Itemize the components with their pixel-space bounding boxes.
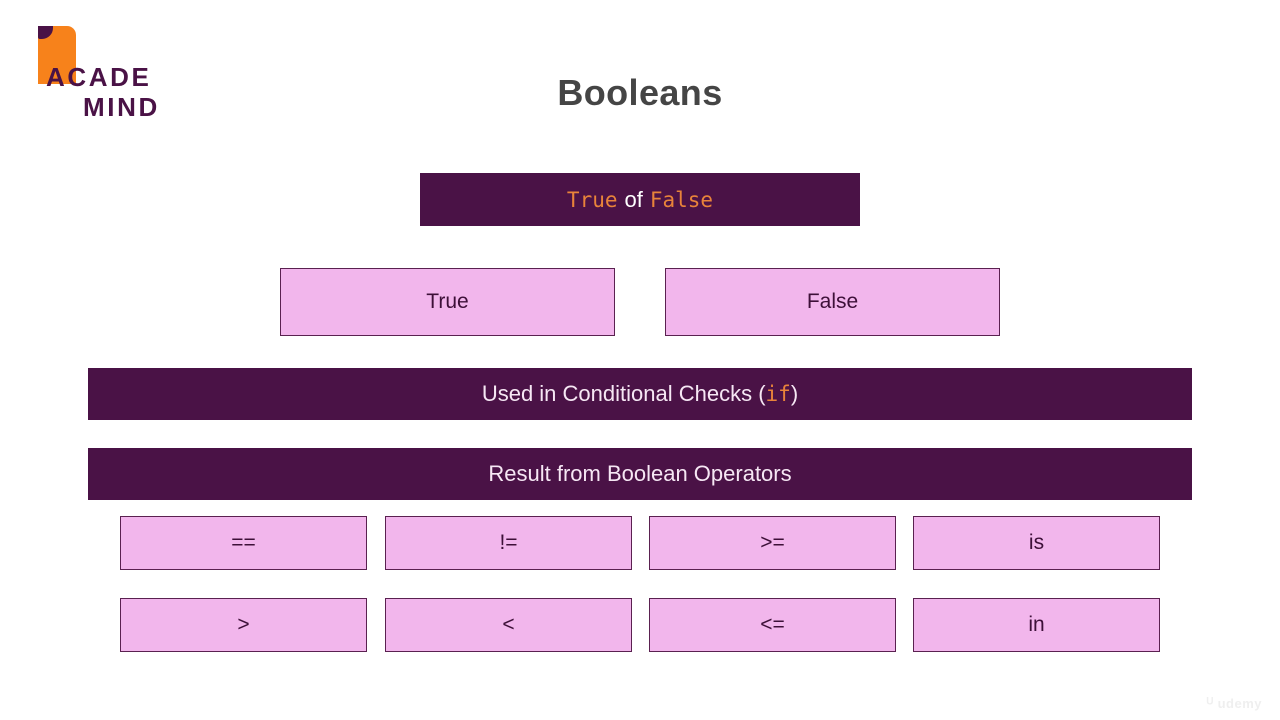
code-if: if <box>765 382 791 406</box>
operator-box: >= <box>649 516 896 570</box>
operator-label: >= <box>760 531 785 554</box>
operator-box: <= <box>649 598 896 652</box>
operator-box: is <box>913 516 1160 570</box>
value-box-false: False <box>665 268 1000 336</box>
banner-true-or-false: True of False <box>420 173 860 226</box>
udemy-watermark: ᵁ udemy <box>1207 695 1262 712</box>
operator-box: != <box>385 516 632 570</box>
page-title: Booleans <box>557 72 723 113</box>
operator-box: == <box>120 516 367 570</box>
operator-label: > <box>237 613 250 636</box>
banner-conditional-text-after: ) <box>790 381 799 406</box>
value-box-true-label: True <box>426 290 469 313</box>
udemy-watermark-label: udemy <box>1217 696 1262 711</box>
code-true: True <box>566 187 618 212</box>
banner-conditional-checks: Used in Conditional Checks ( if ) <box>88 368 1192 420</box>
operator-box: < <box>385 598 632 652</box>
connector-of: of <box>624 186 643 212</box>
code-false: False <box>649 187 714 212</box>
banner-operators-label: Result from Boolean Operators <box>488 461 792 486</box>
operator-label: < <box>502 613 515 636</box>
operator-box: > <box>120 598 367 652</box>
value-box-false-label: False <box>806 290 859 313</box>
value-box-true: True <box>280 268 615 336</box>
udemy-logo-icon: ᵁ <box>1206 695 1214 712</box>
operator-box: in <box>913 598 1160 652</box>
operator-label: <= <box>760 613 785 636</box>
banner-conditional-text-before: Used in Conditional Checks ( <box>481 381 766 406</box>
banner-boolean-operators: Result from Boolean Operators <box>88 448 1192 500</box>
operator-label: is <box>1028 531 1045 554</box>
operator-label: != <box>499 531 518 554</box>
operator-label: in <box>1028 613 1045 636</box>
operator-label: == <box>231 531 256 554</box>
